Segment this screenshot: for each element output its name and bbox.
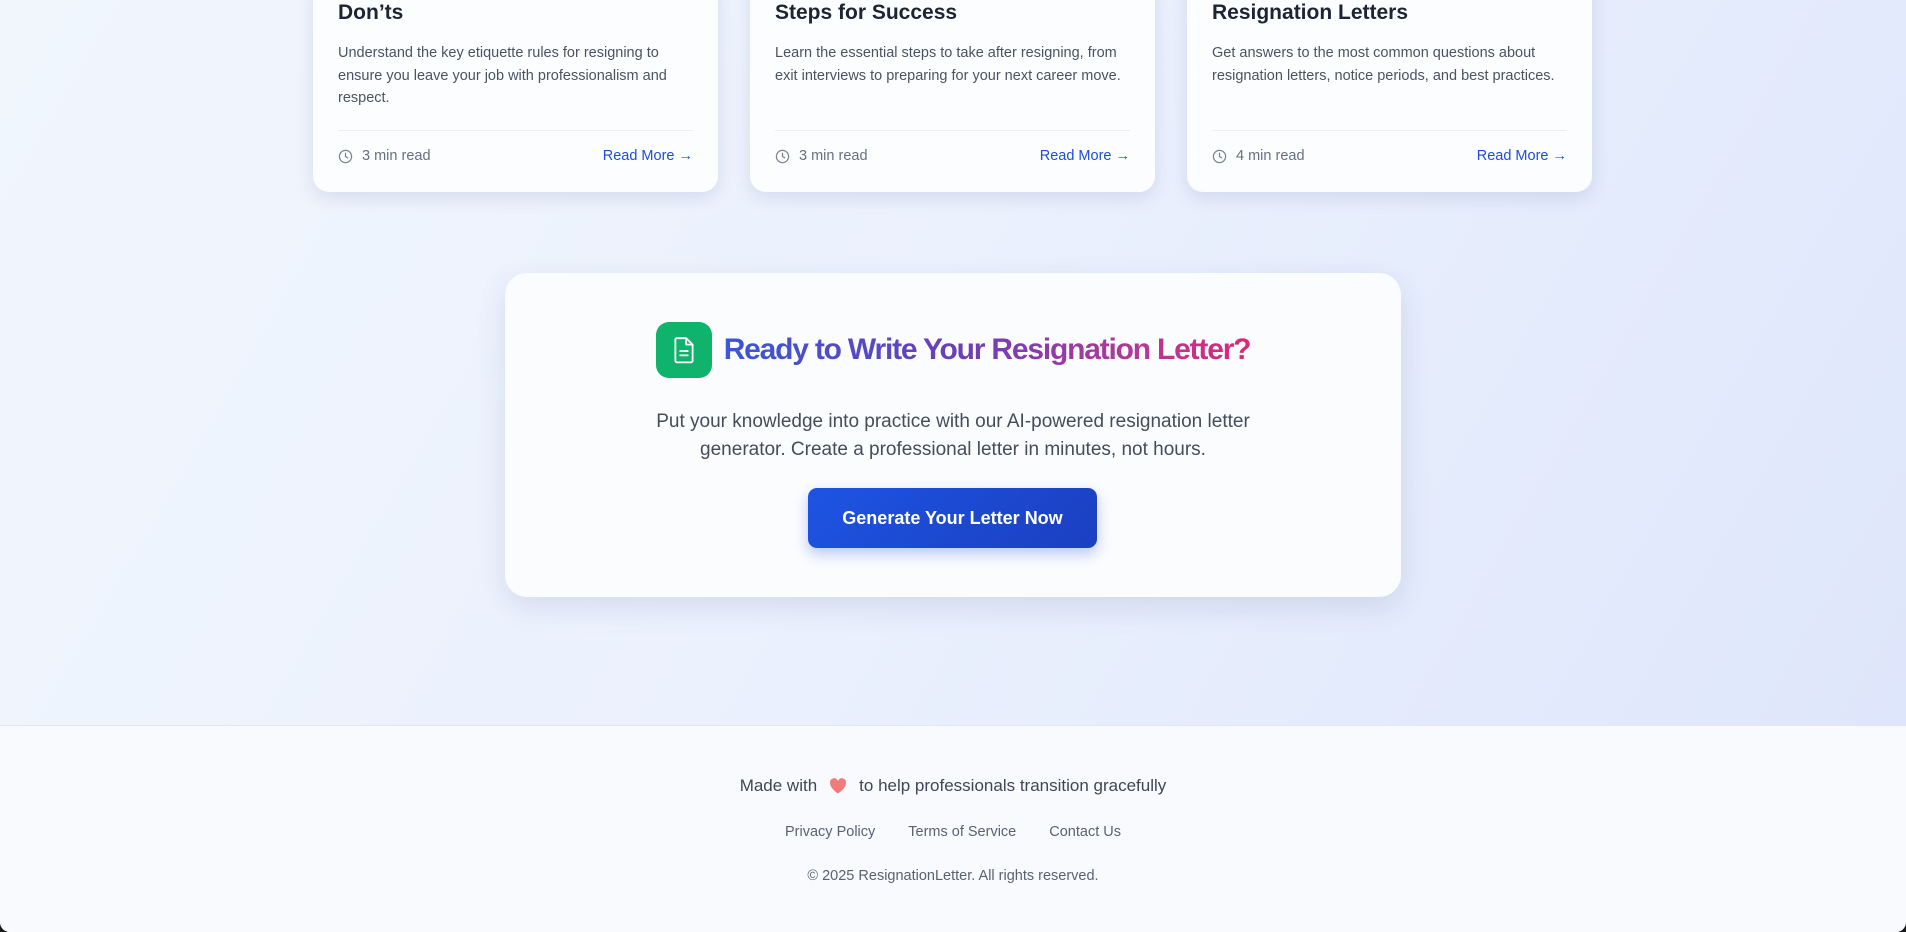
read-time-label: 4 min read bbox=[1236, 148, 1305, 164]
made-with-text: Made with to help professionals transiti… bbox=[0, 776, 1906, 796]
article-title: Don’ts bbox=[338, 1, 404, 24]
article-description: Learn the essential steps to take after … bbox=[775, 45, 1121, 84]
read-time: 3 min read bbox=[338, 148, 431, 164]
footer-links: Privacy Policy Terms of Service Contact … bbox=[0, 824, 1906, 840]
cta-panel: Ready to Write Your Resignation Letter? … bbox=[505, 273, 1401, 597]
read-more-link[interactable]: Read More → bbox=[603, 148, 693, 164]
read-time-label: 3 min read bbox=[799, 148, 868, 164]
privacy-policy-link[interactable]: Privacy Policy bbox=[785, 824, 875, 840]
cta-description: Put your knowledge into practice with ou… bbox=[505, 408, 1401, 464]
article-description: Understand the key etiquette rules for r… bbox=[338, 45, 667, 106]
heart-icon bbox=[830, 778, 847, 794]
cta-heading: Ready to Write Your Resignation Letter? bbox=[505, 322, 1401, 378]
clock-icon bbox=[775, 149, 790, 163]
article-card: Resignation Letters Get answers to the m… bbox=[1187, 0, 1592, 192]
article-cards: Don’ts Understand the key etiquette rule… bbox=[313, 0, 1592, 192]
cta-description-line: generator. Create a professional letter … bbox=[700, 439, 1206, 460]
article-footer: 4 min read Read More → bbox=[1212, 130, 1567, 164]
page: Don’ts Understand the key etiquette rule… bbox=[0, 0, 1906, 932]
copyright: © 2025 ResignationLetter. All rights res… bbox=[807, 868, 1099, 884]
article-card: Don’ts Understand the key etiquette rule… bbox=[313, 0, 718, 192]
clock-icon bbox=[1212, 149, 1227, 163]
document-icon bbox=[655, 322, 712, 378]
article-title: Resignation Letters bbox=[1212, 1, 1409, 24]
article-footer: 3 min read Read More → bbox=[775, 130, 1130, 164]
clock-icon bbox=[338, 149, 353, 163]
read-time-label: 3 min read bbox=[362, 148, 431, 164]
read-more-link[interactable]: Read More → bbox=[1040, 148, 1130, 164]
made-with-prefix: Made with bbox=[739, 776, 818, 795]
contact-us-link[interactable]: Contact Us bbox=[1049, 824, 1121, 840]
read-time: 4 min read bbox=[1212, 148, 1305, 164]
read-more-link[interactable]: Read More → bbox=[1477, 148, 1567, 164]
article-title: Steps for Success bbox=[775, 1, 958, 24]
read-time: 3 min read bbox=[775, 148, 868, 164]
made-with-suffix: to help professionals transition gracefu… bbox=[859, 776, 1167, 795]
terms-of-service-link[interactable]: Terms of Service bbox=[908, 824, 1016, 840]
generate-letter-button[interactable]: Generate Your Letter Now bbox=[808, 488, 1097, 548]
article-description: Get answers to the most common questions… bbox=[1212, 45, 1555, 84]
footer: Made with to help professionals transiti… bbox=[0, 725, 1906, 932]
cta-description-line: Put your knowledge into practice with ou… bbox=[656, 411, 1250, 432]
cta-title: Ready to Write Your Resignation Letter? bbox=[723, 333, 1252, 366]
article-card: Steps for Success Learn the essential st… bbox=[750, 0, 1155, 192]
article-footer: 3 min read Read More → bbox=[338, 130, 693, 164]
